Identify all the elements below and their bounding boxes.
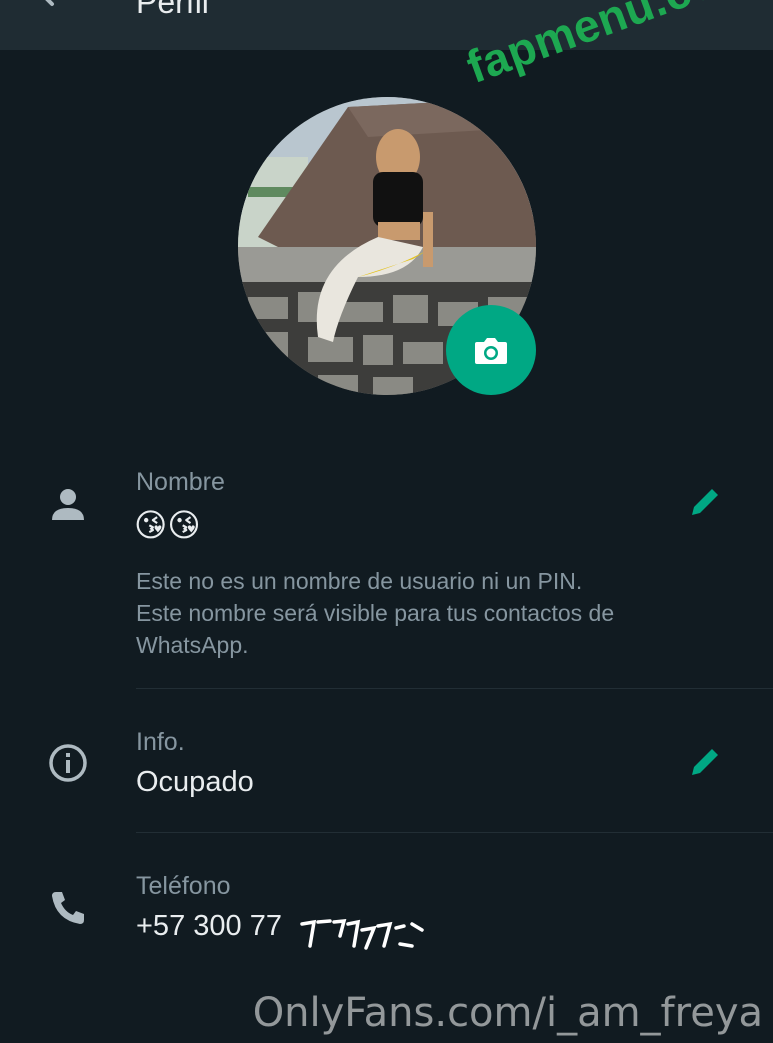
phone-label: Teléfono <box>136 872 231 900</box>
edit-name-pencil-icon[interactable] <box>686 483 724 521</box>
profile-photo-container <box>238 97 536 395</box>
change-photo-button[interactable] <box>446 305 536 395</box>
info-label: Info. <box>136 728 185 756</box>
watermark-bottom: OnlyFans.com/i_am_freya <box>252 990 763 1036</box>
divider <box>136 688 773 689</box>
page-title: Perfil <box>136 0 209 20</box>
info-icon <box>49 744 87 782</box>
name-hint-line-1: Este no es un nombre de usuario ni un PI… <box>136 568 583 594</box>
name-label: Nombre <box>136 468 225 496</box>
info-value: Ocupado <box>136 766 254 798</box>
back-arrow-icon[interactable] <box>34 0 74 22</box>
name-hint-line-2: Este nombre será visible para tus contac… <box>136 600 615 626</box>
name-hint: Este no es un nombre de usuario ni un PI… <box>136 565 736 661</box>
person-icon <box>52 489 84 520</box>
camera-icon <box>475 338 507 364</box>
phone-icon <box>52 892 84 924</box>
name-hint-line-3: WhatsApp. <box>136 632 249 658</box>
divider <box>136 832 773 833</box>
phone-value: +57 300 77 <box>136 910 282 942</box>
phone-redaction-scribble <box>300 919 424 950</box>
edit-info-pencil-icon[interactable] <box>686 743 724 781</box>
name-value: 😘😘 <box>134 507 201 543</box>
